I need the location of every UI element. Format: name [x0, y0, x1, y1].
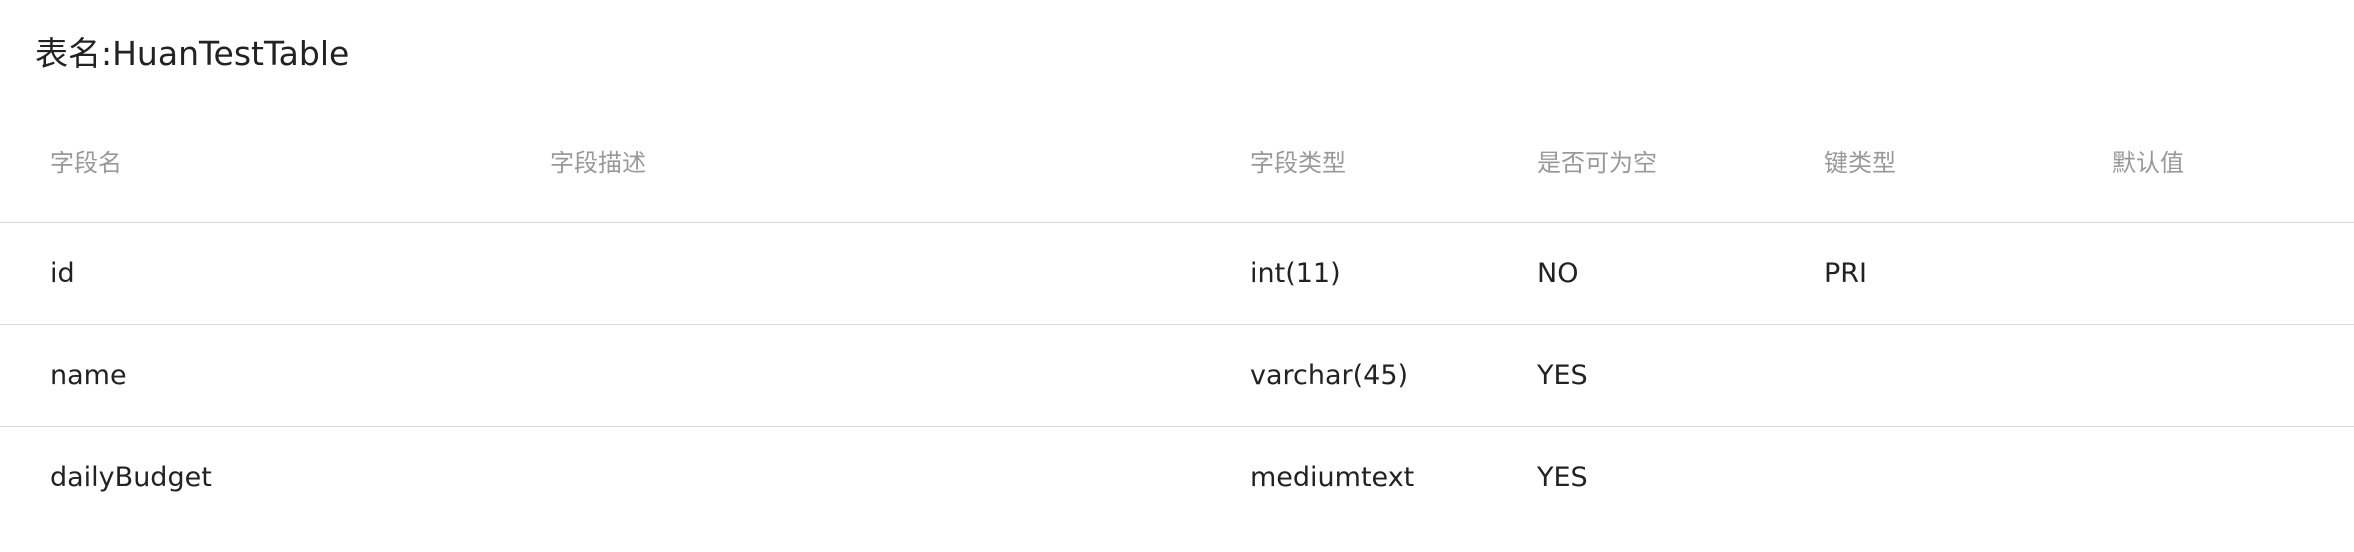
cell-field-key — [1774, 324, 2062, 427]
cell-field-nullable: NO — [1487, 222, 1774, 325]
column-header-name: 字段名 — [0, 100, 500, 223]
cell-field-key — [1774, 426, 2062, 528]
table-row: dailyBudget mediumtext YES — [0, 426, 2354, 528]
column-header-type: 字段类型 — [1200, 100, 1487, 223]
cell-field-description — [500, 324, 1200, 427]
cell-field-type: int(11) — [1200, 222, 1487, 325]
cell-field-type: mediumtext — [1250, 461, 1415, 493]
column-header-default: 默认值 — [2062, 100, 2354, 223]
header-row: 字段名 字段描述 字段类型 是否可为空 键类型 默认值 — [0, 100, 2354, 223]
cell-field-description — [500, 426, 1200, 528]
cell-field-name: id — [0, 222, 500, 325]
column-header-description: 字段描述 — [500, 100, 1200, 223]
column-header-key: 键类型 — [1774, 100, 2062, 223]
table-header: 字段名 字段描述 字段类型 是否可为空 键类型 默认值 — [0, 100, 2354, 223]
page-title: 表名:HuanTestTable — [35, 34, 350, 73]
cell-field-default — [2062, 222, 2354, 325]
schema-table: 字段名 字段描述 字段类型 是否可为空 键类型 默认值 id int(11) N… — [0, 100, 2354, 528]
table-row: id int(11) NO PRI — [0, 222, 2354, 325]
cell-field-name: name — [0, 324, 500, 427]
table-row: name varchar(45) YES — [0, 324, 2354, 427]
cell-field-nullable: YES — [1487, 324, 1774, 427]
cell-field-name: dailyBudget — [50, 461, 212, 493]
column-header-nullable: 是否可为空 — [1487, 100, 1774, 223]
cell-field-key: PRI — [1774, 222, 2062, 325]
cell-field-description — [500, 222, 1200, 325]
cell-field-nullable: YES — [1537, 461, 1588, 493]
cell-field-type: varchar(45) — [1200, 324, 1487, 427]
table-body: id int(11) NO PRI name varchar(45) YES d… — [0, 222, 2354, 528]
cell-field-default — [2062, 324, 2354, 427]
cell-field-default — [2062, 426, 2354, 528]
